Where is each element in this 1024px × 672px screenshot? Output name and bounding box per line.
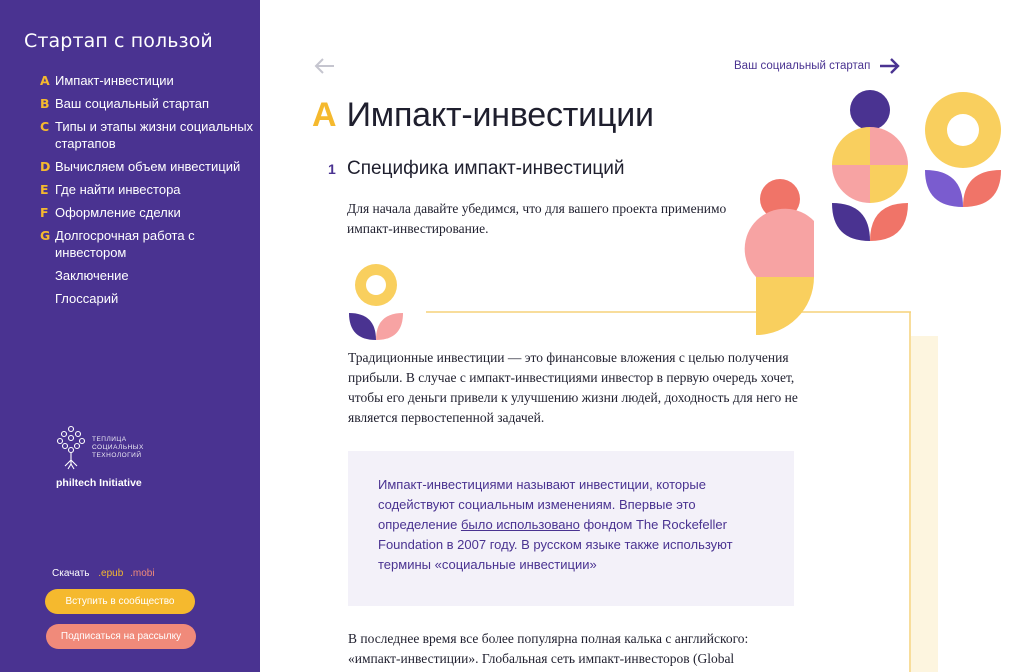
body-paragraph: Традиционные инвестиции — это финансовые…	[348, 350, 798, 425]
toc-label: Глоссарий	[55, 291, 119, 306]
intro-paragraph: Для начала давайте убедимся, что для ваш…	[347, 201, 727, 236]
body-paragraph-2: В последнее время все более популярна по…	[348, 631, 749, 666]
chapter-heading: A Импакт-инвестиции	[312, 96, 654, 135]
join-community-button[interactable]: Вступить в сообщество	[45, 589, 195, 614]
toc-item-conclusion[interactable]: Заключение	[40, 267, 255, 284]
toc-letter: G	[40, 228, 51, 243]
toc-item-b[interactable]: B Ваш социальный стартап	[40, 95, 255, 112]
right-flower-illustration	[925, 92, 1001, 207]
small-flower-icon	[349, 264, 403, 340]
definition-callout: Импакт-инвестициями называют инвестиции,…	[348, 451, 794, 606]
arrow-right-icon	[880, 58, 900, 74]
section-number: 1	[328, 161, 336, 177]
toc-item-f[interactable]: F Оформление сделки	[40, 204, 255, 221]
toc-letter: B	[40, 96, 50, 111]
toc-label: Вычисляем объем инвестиций	[55, 159, 241, 174]
next-chapter-link[interactable]: Ваш социальный стартап	[734, 56, 902, 76]
figure-illustration	[744, 179, 814, 335]
callout-text: Импакт-инвестициями называют инвестиции,…	[378, 475, 764, 575]
download-mobi-link[interactable]: .mobi	[130, 568, 154, 579]
toc-item-d[interactable]: D Вычисляем объем инвестиций	[40, 158, 255, 175]
download-row: Скачать .epub .mobi	[52, 568, 155, 579]
sidebar: Стартап с пользой A Импакт-инвестиции B …	[0, 0, 260, 672]
next-chapter-label: Ваш социальный стартап	[734, 60, 871, 72]
download-label: Скачать	[52, 568, 90, 579]
toc-item-glossary[interactable]: Глоссарий	[40, 290, 255, 307]
section-heading: 1 Специфика импакт-инвестиций	[328, 158, 624, 180]
page-title: Импакт-инвестиции	[346, 96, 654, 134]
center-flower-illustration	[832, 90, 908, 241]
toc-label: Типы и этапы жизни социальных стартапов	[55, 119, 254, 151]
toc-label: Заключение	[55, 268, 129, 283]
toc-label: Ваш социальный стартап	[55, 96, 210, 111]
toc-letter: D	[40, 159, 51, 174]
table-of-contents: A Импакт-инвестиции B Ваш социальный ста…	[40, 72, 255, 313]
subscribe-button[interactable]: Подписаться на рассылку	[46, 624, 196, 649]
org-name: philtech Initiative	[56, 477, 142, 489]
toc-letter: C	[40, 119, 50, 134]
toc-letter: E	[40, 182, 49, 197]
toc-item-c[interactable]: C Типы и этапы жизни социальных стартапо…	[40, 118, 255, 152]
download-epub-link[interactable]: .epub	[98, 568, 123, 579]
source-link[interactable]: было использовано	[461, 517, 580, 532]
org-text: ТЕПЛИЦА СОЦИАЛЬНЫХ ТЕХНОЛОГИЙ	[92, 436, 144, 459]
section-title: Специфика импакт-инвестиций	[347, 158, 625, 179]
toc-item-g[interactable]: G Долгосрочная работа с инвестором	[40, 227, 255, 261]
site-title[interactable]: Стартап с пользой	[24, 30, 213, 52]
tree-logo-icon	[56, 425, 86, 470]
toc-label: Импакт-инвестиции	[55, 73, 174, 88]
toc-letter: F	[40, 205, 49, 220]
toc-label: Где найти инвестора	[55, 182, 181, 197]
toc-letter	[40, 267, 55, 284]
chapter-letter: A	[312, 96, 337, 134]
toc-letter	[40, 290, 55, 307]
previous-page-arrow-icon[interactable]	[312, 56, 338, 76]
toc-item-e[interactable]: E Где найти инвестора	[40, 181, 255, 198]
toc-label: Долгосрочная работа с инвестором	[55, 228, 195, 260]
toc-letter: A	[40, 73, 50, 88]
toc-label: Оформление сделки	[55, 205, 181, 220]
toc-item-a[interactable]: A Импакт-инвестиции	[40, 72, 255, 89]
